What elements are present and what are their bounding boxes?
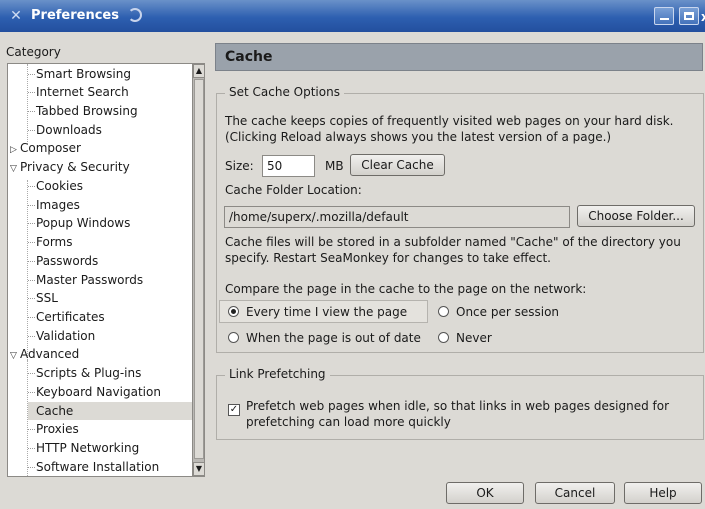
tree-item-advanced[interactable]: ▽ Advanced [10,345,79,363]
size-label: Size: [225,159,254,173]
radio-once-per-session[interactable] [438,306,449,317]
category-tree[interactable]: Smart Browsing Internet Search Tabbed Br… [7,63,205,477]
panel-header: Cache [215,43,703,71]
tree-item-scripts-plugins[interactable]: Scripts & Plug-ins [27,364,141,382]
tree-item-keyboard-navigation[interactable]: Keyboard Navigation [28,383,161,401]
tree-scrollbar[interactable]: ▲ ▼ [192,64,204,476]
tree-item-ssl[interactable]: SSL [28,289,58,307]
maximize-button[interactable] [679,7,699,25]
minimize-button[interactable] [654,7,674,25]
tree-item-validation[interactable]: Validation [27,327,95,345]
option-every-time-label[interactable]: Every time I view the page [246,304,407,320]
tree-item-forms[interactable]: Forms [27,233,72,251]
prefetch-checkbox[interactable]: ✓ [228,404,240,416]
cache-size-input[interactable]: 50 [262,155,315,177]
tree-item-certificates[interactable]: Certificates [28,308,105,326]
radio-every-time[interactable] [228,306,239,317]
tree-item-smart-browsing[interactable]: Smart Browsing [28,65,131,83]
tree-item-software-installation[interactable]: Software Installation [27,458,159,476]
option-never-label[interactable]: Never [456,330,492,346]
tree-item-http-networking[interactable]: HTTP Networking [27,439,139,457]
ok-button[interactable]: OK [446,482,524,504]
size-unit-label: MB [325,159,344,173]
page-title: Cache [225,49,273,65]
clear-cache-button[interactable]: Clear Cache [350,154,445,176]
scroll-down-icon[interactable]: ▼ [193,462,204,476]
expand-arrow-icon[interactable]: ▷ [10,141,20,159]
folder-location-label: Cache Folder Location: [225,183,362,197]
app-icon[interactable]: ✕ [8,8,24,24]
group-legend: Link Prefetching [225,367,330,381]
option-out-of-date-label[interactable]: When the page is out of date [246,330,421,346]
tree-item-composer[interactable]: ▷ Composer [10,139,81,157]
tree-item-internet-search[interactable]: Internet Search [28,83,129,101]
tree-item-downloads[interactable]: Downloads [28,121,102,139]
help-button[interactable]: Help [624,482,702,504]
seamonkey-icon [128,8,142,22]
collapse-arrow-icon[interactable]: ▽ [10,347,20,365]
tree-guide-line [27,64,28,144]
tree-item-images[interactable]: Images [28,196,80,214]
tree-item-privacy-security[interactable]: ▽ Privacy & Security [10,158,130,176]
tree-item-passwords[interactable]: Passwords [27,252,98,270]
title-bar: ✕ Preferences x [0,0,705,32]
category-label: Category [6,45,61,59]
scroll-up-icon[interactable]: ▲ [193,64,204,78]
cache-folder-path: /home/superx/.mozilla/default [224,206,570,228]
tree-item-master-passwords[interactable]: Master Passwords [27,271,143,289]
scrollbar-thumb[interactable] [194,79,204,459]
collapse-arrow-icon[interactable]: ▽ [10,160,20,178]
radio-when-out-of-date[interactable] [228,332,239,343]
option-once-per-session-label[interactable]: Once per session [456,304,559,320]
prefetch-checkbox-label[interactable]: Prefetch web pages when idle, so that li… [246,398,698,430]
radio-never[interactable] [438,332,449,343]
tree-item-popup-windows[interactable]: Popup Windows [27,214,130,232]
tree-item-tabbed-browsing[interactable]: Tabbed Browsing [28,102,138,120]
cancel-button[interactable]: Cancel [535,482,615,504]
tree-item-cookies[interactable]: Cookies [28,177,83,195]
folder-note: Cache files will be stored in a subfolde… [225,235,681,265]
group-legend: Set Cache Options [225,85,344,99]
window-title: Preferences [31,8,119,23]
close-button[interactable]: x [701,10,705,24]
choose-folder-button[interactable]: Choose Folder... [577,205,695,227]
cache-description: The cache keeps copies of frequently vis… [225,114,674,144]
tree-item-cache[interactable]: Cache [28,402,200,420]
compare-label: Compare the page in the cache to the pag… [225,282,587,296]
tree-item-proxies[interactable]: Proxies [28,420,79,438]
